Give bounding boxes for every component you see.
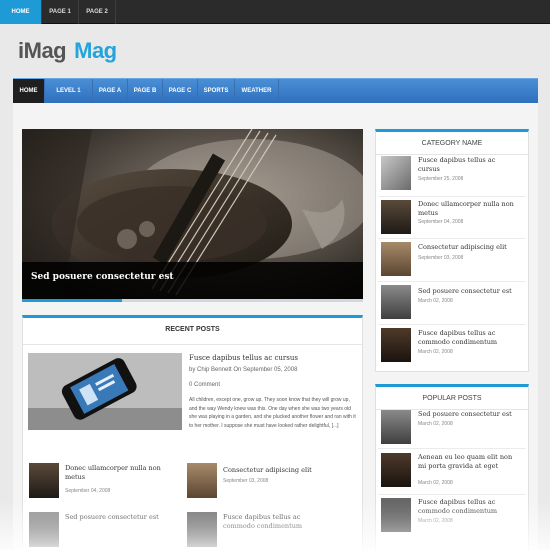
main-nav-page-c[interactable]: PAGE C — [163, 79, 198, 103]
category-item-title[interactable]: Sed posuere consectetur est — [418, 287, 518, 296]
slider-progress-fill — [22, 299, 122, 302]
popular-item-thumb[interactable] — [381, 453, 411, 487]
popular-item-title[interactable]: Aenean eu leo quam elit non mi porta gra… — [418, 453, 518, 471]
recent-post-thumb[interactable] — [29, 463, 59, 498]
divider — [378, 494, 526, 495]
category-item-date: March 02, 2008 — [418, 349, 453, 355]
top-navigation-bar: HOME PAGE 1 PAGE 2 — [0, 0, 550, 24]
logo-part-1: iMag — [18, 38, 67, 63]
category-item-thumb[interactable] — [381, 242, 411, 276]
recent-post-date: September 03, 2008 — [223, 478, 269, 484]
recent-posts-title: RECENT POSTS — [165, 326, 220, 333]
popular-item-date: March 02, 2008 — [418, 518, 453, 524]
site-logo[interactable]: iMag Mag — [18, 38, 117, 64]
popular-item-thumb[interactable] — [381, 498, 411, 532]
category-item-title[interactable]: Fusce dapibus tellus ac commodo condimen… — [418, 329, 518, 347]
slider-caption-bar[interactable]: Sed posuere consectetur est — [22, 262, 363, 299]
divider — [378, 324, 526, 325]
divider — [378, 281, 526, 282]
recent-post-title[interactable]: Donec ullamcorper nulla non metus — [65, 464, 170, 482]
featured-post-meta: by Chip Bennett On September 05, 2008 — [189, 367, 298, 373]
category-item-date: March 02, 2008 — [418, 298, 453, 304]
category-item-thumb[interactable] — [381, 285, 411, 319]
top-nav-page-2[interactable]: PAGE 2 — [79, 0, 116, 24]
main-nav-level-1[interactable]: LEVEL 1 — [45, 79, 93, 103]
main-nav-sports[interactable]: SPORTS — [198, 79, 235, 103]
slider-progress — [22, 299, 363, 302]
category-item-title[interactable]: Fusce dapibus tellus ac cursus — [418, 156, 518, 174]
recent-post-thumb[interactable] — [29, 512, 59, 547]
popular-item-title[interactable]: Fusce dapibus tellus ac commodo condimen… — [418, 498, 518, 516]
recent-post-thumb[interactable] — [187, 512, 217, 547]
popular-item-title[interactable]: Sed posuere consectetur est — [418, 410, 518, 419]
category-item-thumb[interactable] — [381, 156, 411, 190]
category-item-title[interactable]: Consectetur adipiscing elit — [418, 243, 518, 252]
top-nav-page-1[interactable]: PAGE 1 — [42, 0, 79, 24]
featured-post-title[interactable]: Fusce dapibus tellus ac cursus — [189, 354, 298, 362]
recent-post-title[interactable]: Fusce dapibus tellus ac commodo condimen… — [223, 513, 328, 531]
category-item-date: September 04, 2008 — [418, 219, 464, 225]
divider — [378, 238, 526, 239]
slider-caption[interactable]: Sed posuere consectetur est — [31, 272, 174, 282]
main-nav-page-b[interactable]: PAGE B — [128, 79, 163, 103]
top-nav-home[interactable]: HOME — [0, 0, 42, 24]
category-title: CATEGORY NAME — [421, 140, 483, 147]
divider — [378, 196, 526, 197]
main-nav-home[interactable]: HOME — [13, 79, 45, 103]
main-nav-page-a[interactable]: PAGE A — [93, 79, 128, 103]
category-item-title[interactable]: Donec ullamcorper nulla non metus — [418, 200, 518, 218]
category-item-thumb[interactable] — [381, 200, 411, 234]
divider — [378, 448, 526, 449]
category-item-date: September 25, 2008 — [418, 176, 464, 182]
popular-item-date: March 02, 2008 — [418, 421, 453, 427]
popular-posts-title: POPULAR POSTS — [422, 395, 482, 402]
phone-photo — [28, 353, 182, 430]
category-item-date: September 03, 2008 — [418, 255, 464, 261]
featured-post-image[interactable] — [28, 353, 182, 430]
category-item-thumb[interactable] — [381, 328, 411, 362]
divider — [23, 344, 362, 345]
popular-item-date: March 02, 2008 — [418, 480, 453, 486]
main-nav-weather[interactable]: WEATHER — [235, 79, 279, 103]
recent-post-title[interactable]: Sed posuere consectetur est — [65, 513, 170, 522]
popular-item-thumb[interactable] — [381, 410, 411, 444]
recent-post-date: September 04, 2008 — [65, 488, 111, 494]
main-navigation-bar: HOME LEVEL 1 PAGE A PAGE B PAGE C SPORTS… — [13, 78, 538, 103]
recent-post-title[interactable]: Consectetur adipiscing elit — [223, 466, 328, 475]
featured-post-excerpt: All children, except one, grow up. They … — [189, 397, 356, 429]
featured-post-comments[interactable]: 0 Comment — [189, 382, 220, 388]
recent-post-thumb[interactable] — [187, 463, 217, 498]
logo-part-2: Mag — [74, 38, 117, 63]
divider — [376, 154, 528, 155]
